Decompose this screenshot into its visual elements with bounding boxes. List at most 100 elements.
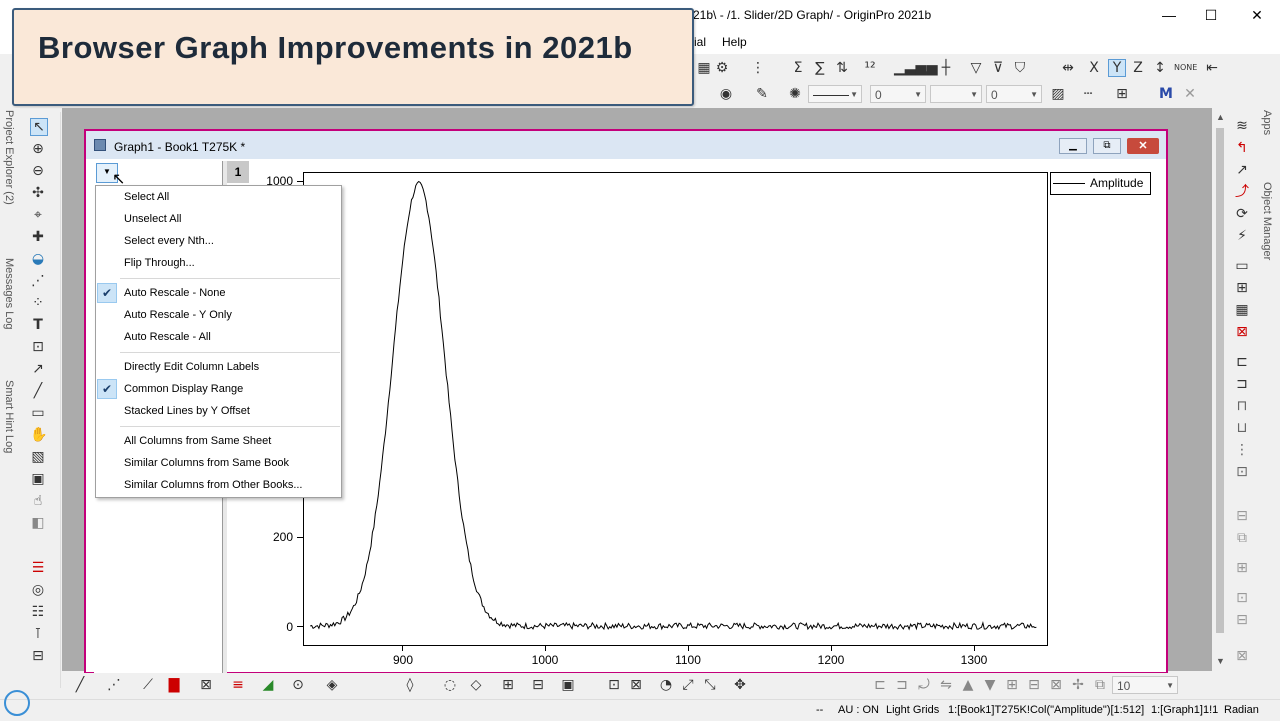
grouped-chart-icon[interactable]: ┼ xyxy=(938,60,954,76)
list-icon[interactable]: ☷ xyxy=(30,604,46,620)
column-icon[interactable]: ⋮ xyxy=(750,60,766,76)
expand-icon[interactable]: ⤢ xyxy=(680,677,696,693)
zoom-in-icon[interactable]: ⊕ xyxy=(30,141,46,157)
frame-icon[interactable]: ▭ xyxy=(1234,258,1250,274)
sum-icon[interactable]: Σ xyxy=(790,60,806,76)
layer-copy-icon[interactable]: ⧉ xyxy=(1234,530,1250,546)
insert-icon[interactable]: ⊺ xyxy=(30,626,46,642)
pattern-width-combo[interactable]: 0 ▼ xyxy=(986,85,1042,103)
obj-align2-icon[interactable]: ⊐ xyxy=(894,677,910,693)
menu-item-stacked-lines-by-y-offset[interactable]: Stacked Lines by Y Offset xyxy=(124,405,250,417)
layer-stack-icon[interactable]: ⊞ xyxy=(1234,560,1250,576)
scale-icon[interactable]: ⇹ xyxy=(1060,60,1076,76)
obj-pin-icon[interactable]: ✢ xyxy=(1070,677,1086,693)
align-right-icon[interactable]: ⊐ xyxy=(1234,376,1250,392)
gear-icon[interactable]: ⚙ xyxy=(714,60,730,76)
image-plot-icon[interactable]: ⊟ xyxy=(530,677,546,693)
color-bars-icon[interactable]: ☰ xyxy=(30,560,46,576)
menu-item-auto-rescale-none[interactable]: Auto Rescale - None xyxy=(124,287,226,299)
menu-item-select-every-nth[interactable]: Select every Nth... xyxy=(124,235,214,247)
scroll-up-icon[interactable]: ▲ xyxy=(1216,112,1225,122)
red-arrow-icon[interactable]: ↰ xyxy=(1234,140,1250,156)
none-icon[interactable]: NONE xyxy=(1174,60,1197,76)
pointer-icon[interactable]: ↖ xyxy=(30,118,48,136)
grid-2x2-icon[interactable]: ⊞ xyxy=(1234,280,1250,296)
fit-icon[interactable]: ⊡ xyxy=(606,677,622,693)
region-icon[interactable]: ▧ xyxy=(30,449,46,465)
template-icon[interactable]: ▣ xyxy=(560,677,576,693)
x-axis-icon[interactable]: X xyxy=(1086,60,1102,76)
search-icon[interactable] xyxy=(4,690,30,716)
menu-item-auto-rescale-all[interactable]: Auto Rescale - All xyxy=(124,331,211,343)
pattern-icon[interactable]: ▨ xyxy=(1050,86,1066,102)
filter-icon[interactable]: ▽ xyxy=(968,60,984,76)
tab-object-manager[interactable]: Object Manager xyxy=(1261,182,1273,260)
stats-icon[interactable]: ∑ xyxy=(812,60,828,76)
bar-chart-icon[interactable]: ▁▃▅ xyxy=(894,60,926,76)
menu-item-help[interactable]: Help xyxy=(722,35,747,49)
obj-group-icon[interactable]: ⊞ xyxy=(1004,677,1020,693)
hand-icon[interactable]: ✋ xyxy=(30,427,47,443)
line-width-combo[interactable]: 0 ▼ xyxy=(870,85,926,103)
stack-icon[interactable]: ≋ xyxy=(1234,118,1250,134)
curve-arrow-icon[interactable]: ⤴ xyxy=(1234,184,1250,200)
obj-align-icon[interactable]: ⊏ xyxy=(872,677,888,693)
close-button[interactable]: ✕ xyxy=(1234,0,1280,30)
annotation-icon[interactable]: ⊡ xyxy=(30,339,46,355)
align-top-icon[interactable]: ⊓ xyxy=(1234,398,1250,414)
workspace-vertical-scrollbar[interactable]: ▲ ▼ xyxy=(1212,108,1228,671)
contour-plot-icon[interactable]: ◌ xyxy=(442,677,458,693)
book-icon[interactable]: ⊟ xyxy=(30,648,46,664)
surface-plot-icon[interactable]: ◊ xyxy=(402,677,418,693)
border-icon[interactable]: ┄ xyxy=(1080,86,1096,102)
eraser-icon[interactable]: ◧ xyxy=(30,515,46,531)
grid-3x3-icon[interactable]: ▦ xyxy=(1234,302,1250,318)
layout-icon[interactable]: ▦ xyxy=(696,60,712,76)
number-icon[interactable]: ¹² xyxy=(862,60,878,76)
axis-arrow-icon[interactable]: ↗ xyxy=(1234,162,1250,178)
line-tool-icon[interactable]: ╱ xyxy=(30,383,46,399)
obj-ungroup-icon[interactable]: ⊟ xyxy=(1026,677,1042,693)
z-axis-icon[interactable]: Z xyxy=(1130,60,1146,76)
zoom-combo[interactable]: 10 ▼ xyxy=(1112,676,1178,694)
tab-project-explorer[interactable]: Project Explorer (2) xyxy=(3,110,15,205)
wireframe-icon[interactable]: ◇ xyxy=(468,677,484,693)
pan-icon[interactable]: ✣ xyxy=(30,185,46,201)
obj-front-icon[interactable]: ▲ xyxy=(960,677,976,693)
scroll-down-icon[interactable]: ▼ xyxy=(1216,656,1225,666)
obj-rotate-icon[interactable]: ⤾ xyxy=(916,677,932,693)
text-icon[interactable]: T xyxy=(30,317,46,333)
distribute-icon[interactable]: ⋮ xyxy=(1234,442,1250,458)
fill-icon[interactable]: ◉ xyxy=(718,86,734,102)
filter-clear-icon[interactable]: ⊽ xyxy=(990,60,1006,76)
menu-item-select-all[interactable]: Select All xyxy=(124,191,169,203)
line-symbol-icon[interactable]: ⟋ xyxy=(140,677,156,693)
graph-close-button[interactable]: ✕ xyxy=(1127,138,1159,154)
scatter-plot-icon[interactable]: ⋰ xyxy=(106,677,122,693)
screen-reader-icon[interactable]: ✚ xyxy=(30,229,46,245)
chart-picker-icon[interactable]: ⊠ xyxy=(198,677,214,693)
table-icon[interactable]: ⊞ xyxy=(1114,86,1130,102)
rotate-icon[interactable]: ⟳ xyxy=(1234,206,1250,222)
merge-icon[interactable]: ⊠ xyxy=(1234,324,1250,340)
image-icon[interactable]: ▣ xyxy=(30,471,46,487)
menu-item-unselect-all[interactable]: Unselect All xyxy=(124,213,181,225)
layer-delete-icon[interactable]: ⊠ xyxy=(1234,648,1250,664)
zoom-out-icon[interactable]: ⊖ xyxy=(30,163,46,179)
column-plot-icon[interactable]: ▇ xyxy=(166,677,182,693)
menu-item-similar-columns-same-book[interactable]: Similar Columns from Same Book xyxy=(124,457,289,469)
size-icon[interactable]: ⊡ xyxy=(1234,464,1250,480)
graph-restore-button[interactable]: ⧉ xyxy=(1093,138,1121,154)
minimize-button[interactable]: — xyxy=(1146,0,1192,30)
line-style-combo[interactable]: ▼ xyxy=(808,85,862,103)
menu-item-all-columns-same-sheet[interactable]: All Columns from Same Sheet xyxy=(124,435,271,447)
layer-icon[interactable]: ⊟ xyxy=(1234,508,1250,524)
obj-back-icon[interactable]: ▼ xyxy=(982,677,998,693)
disabled-icon[interactable]: ✕ xyxy=(1182,86,1198,102)
obj-flip-icon[interactable]: ⇋ xyxy=(938,677,954,693)
obj-copy-icon[interactable]: ⧉ xyxy=(1092,677,1108,693)
obj-lock-icon[interactable]: ⊠ xyxy=(1048,677,1064,693)
3d-plot-icon[interactable]: ◈ xyxy=(324,677,340,693)
menu-item-partial[interactable]: ial xyxy=(694,35,706,49)
menu-item-similar-columns-other-books[interactable]: Similar Columns from Other Books... xyxy=(124,479,303,491)
